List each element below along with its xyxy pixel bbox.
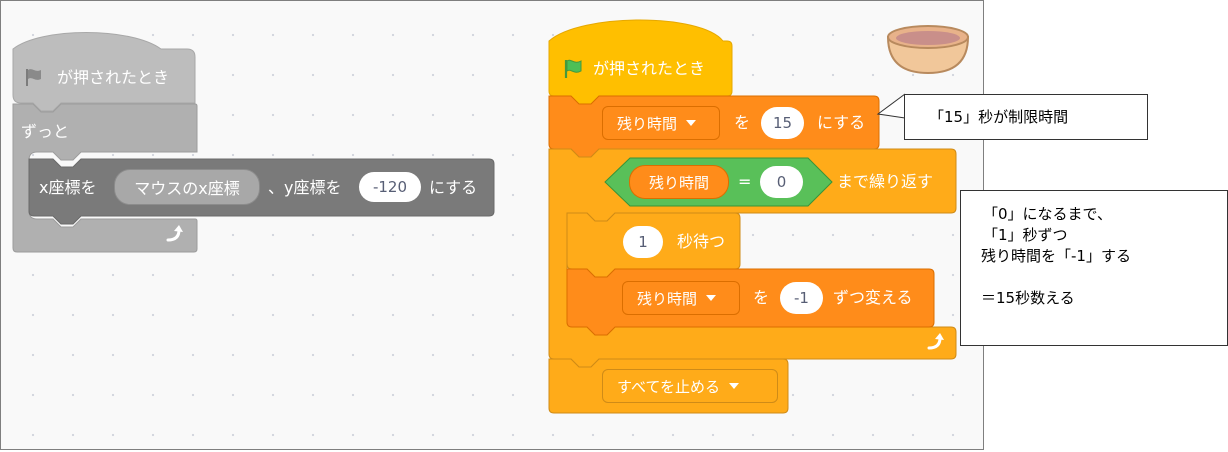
- compare-value-input[interactable]: 0: [760, 166, 803, 198]
- dropdown-caret-icon: [729, 383, 740, 389]
- change-by-label: を: [753, 288, 770, 307]
- repeat-until-suffix: まで繰り返す: [837, 172, 934, 191]
- callout-2-line: 残り時間を「-1」する: [981, 247, 1131, 265]
- callout-1-pointer: [876, 93, 906, 119]
- callout-1-text: 「15」秒が制限時間: [929, 108, 1069, 126]
- change-suffix: ずつ変える: [833, 288, 913, 307]
- equals-sign: =: [738, 172, 752, 191]
- set-value-input[interactable]: 15: [761, 107, 804, 139]
- right-script-shapes[interactable]: [1, 1, 984, 450]
- variable-reporter[interactable]: 残り時間: [629, 165, 729, 199]
- set-variable-name: 残り時間: [617, 114, 678, 133]
- wait-seconds-input[interactable]: 1: [623, 226, 663, 258]
- callout-2-line: 「0」になるまで、: [983, 205, 1112, 223]
- callout-loop-explanation: 「0」になるまで、 「1」秒ずつ 残り時間を「-1」する ＝15秒数える: [960, 190, 1228, 346]
- set-variable-dropdown[interactable]: 残り時間: [602, 106, 720, 140]
- green-flag-icon: [561, 57, 585, 81]
- wait-suffix: 秒待つ: [677, 232, 726, 251]
- change-value-input[interactable]: -1: [780, 282, 823, 314]
- change-variable-dropdown[interactable]: 残り時間: [622, 281, 740, 315]
- set-suffix: にする: [817, 113, 866, 132]
- callout-2-line: [983, 267, 1227, 288]
- dropdown-caret-icon: [706, 295, 717, 301]
- callout-time-limit: 「15」秒が制限時間: [904, 94, 1148, 140]
- set-to-label: を: [734, 113, 751, 132]
- code-workspace[interactable]: が押されたとき ずっと x座標を マウスのx座標 、y座標を -120 にする …: [0, 0, 984, 450]
- callout-2-line: 「1」秒ずつ: [983, 226, 1068, 244]
- change-variable-name: 残り時間: [637, 289, 698, 308]
- right-hat-label: が押されたとき: [593, 59, 706, 78]
- dropdown-caret-icon: [686, 120, 697, 126]
- stop-option: すべてを止める: [617, 377, 721, 396]
- sprite-thumbnail-icon: [885, 23, 971, 75]
- callout-2-line: ＝15秒数える: [981, 289, 1075, 307]
- stop-option-dropdown[interactable]: すべてを止める: [602, 369, 778, 403]
- loop-arrow-icon: [925, 332, 945, 352]
